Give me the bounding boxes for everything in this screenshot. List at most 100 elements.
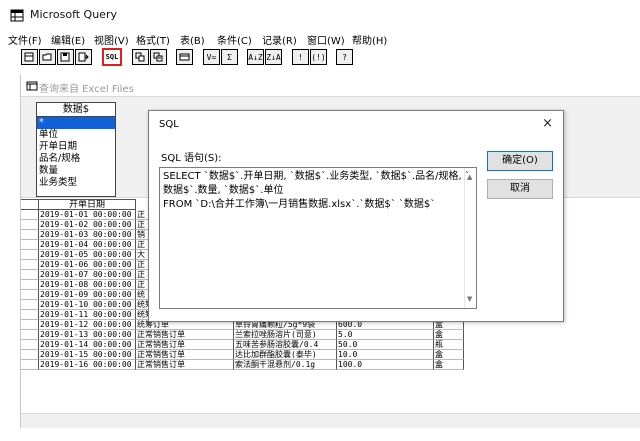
cell-unit[interactable]: 盒 [434, 360, 464, 370]
table-row[interactable]: 2019-01-14 00:00:00 正常销售订单 五味苦参肠溶胶囊/0.4 50.… [21, 340, 464, 350]
add-tables-button[interactable] [176, 49, 193, 65]
cell-date[interactable]: 2019-01-04 00:00:00 [39, 240, 136, 250]
add-tables-icon [179, 53, 190, 61]
cell-date[interactable]: 2019-01-14 00:00:00 [39, 340, 136, 350]
cycle-totals-button[interactable]: Σ [221, 49, 238, 65]
query-window-title: 查询来自 Excel Files [39, 84, 134, 95]
criteria-equals-button[interactable]: V= [203, 49, 220, 65]
close-icon[interactable]: × [542, 116, 553, 131]
menu-table[interactable]: 表(B) [180, 32, 205, 47]
cell-type[interactable]: 正常销售订单 [136, 330, 234, 340]
cell-date[interactable]: 2019-01-16 00:00:00 [39, 360, 136, 370]
cell-unit[interactable]: 瓶 [434, 340, 464, 350]
row-selector[interactable] [21, 340, 39, 350]
table-row[interactable]: 2019-01-13 00:00:00 正常销售订单 兰索拉唑肠溶片(司意) 5.0 盒 [21, 330, 464, 340]
cell-date[interactable]: 2019-01-03 00:00:00 [39, 230, 136, 240]
field-item[interactable]: 开单日期 [37, 141, 115, 153]
horizontal-scrollbar[interactable] [21, 413, 640, 428]
cell-date[interactable]: 2019-01-08 00:00:00 [39, 280, 136, 290]
ok-button[interactable]: 确定(O) [487, 151, 553, 171]
cell-date[interactable]: 2019-01-09 00:00:00 [39, 290, 136, 300]
row-selector[interactable] [21, 280, 39, 290]
new-query-button[interactable] [21, 49, 38, 65]
table-row[interactable]: 2019-01-16 00:00:00 正常销售订单 索法酮干混悬剂/0.1g 100… [21, 360, 464, 370]
sort-ascending-button[interactable]: A↓Z [247, 49, 264, 65]
cell-type[interactable]: 正常销售订单 [136, 350, 234, 360]
show-tables-button[interactable] [132, 49, 149, 65]
query-now-button[interactable]: ! [292, 49, 309, 65]
cell-date[interactable]: 2019-01-07 00:00:00 [39, 270, 136, 280]
cell-date[interactable]: 2019-01-15 00:00:00 [39, 350, 136, 360]
scroll-up-icon[interactable]: ▲ [467, 170, 472, 184]
scroll-down-icon[interactable]: ▼ [467, 292, 472, 306]
row-selector[interactable] [21, 220, 39, 230]
help-button[interactable]: ? [336, 49, 353, 65]
sql-line: SELECT `数据$`.开单日期, `数据$`.业务类型, `数据$`.品名/… [163, 171, 470, 182]
row-selector[interactable] [21, 250, 39, 260]
menu-file[interactable]: 文件(F) [8, 32, 42, 47]
cell-date[interactable]: 2019-01-12 00:00:00 [39, 320, 136, 330]
sql-button[interactable]: SQL [102, 48, 122, 66]
cell-qty[interactable]: 5.0 [337, 330, 434, 340]
menu-edit[interactable]: 编辑(E) [51, 32, 85, 47]
cell-date[interactable]: 2019-01-05 00:00:00 [39, 250, 136, 260]
show-criteria-button[interactable] [150, 49, 167, 65]
field-item[interactable]: 品名/规格 [37, 153, 115, 165]
save-query-button[interactable] [57, 49, 74, 65]
menu-records[interactable]: 记录(R) [262, 32, 297, 47]
sort-descending-button[interactable]: Z↓A [265, 49, 282, 65]
cell-date[interactable]: 2019-01-11 00:00:00 [39, 310, 136, 320]
table-name: 数据$ [37, 103, 115, 117]
row-selector[interactable] [21, 350, 39, 360]
row-selector[interactable] [21, 290, 39, 300]
row-selector[interactable] [21, 310, 39, 320]
column-header-date[interactable]: 开单日期 [39, 199, 136, 210]
cell-item[interactable]: 达比加群酯胶囊(泰毕) [234, 350, 337, 360]
cell-date[interactable]: 2019-01-02 00:00:00 [39, 220, 136, 230]
cell-item[interactable]: 兰索拉唑肠溶片(司意) [234, 330, 337, 340]
row-selector[interactable] [21, 230, 39, 240]
row-selector[interactable] [21, 300, 39, 310]
return-data-button[interactable] [75, 49, 92, 65]
row-selector[interactable] [21, 320, 39, 330]
sql-textarea[interactable]: SELECT `数据$`.开单日期, `数据$`.业务类型, `数据$`.品名/… [159, 167, 477, 309]
cell-date[interactable]: 2019-01-01 00:00:00 [39, 210, 136, 220]
cancel-button[interactable]: 取消 [487, 179, 553, 199]
row-selector[interactable] [21, 260, 39, 270]
table-row[interactable]: 2019-01-15 00:00:00 正常销售订单 达比加群酯胶囊(泰毕) 10.0… [21, 350, 464, 360]
cell-qty[interactable]: 50.0 [337, 340, 434, 350]
grid-corner[interactable] [21, 199, 39, 210]
cell-unit[interactable]: 盒 [434, 330, 464, 340]
row-selector[interactable] [21, 270, 39, 280]
row-selector[interactable] [21, 240, 39, 250]
cell-date[interactable]: 2019-01-06 00:00:00 [39, 260, 136, 270]
title-bar: Microsoft Query [0, 0, 640, 30]
field-item[interactable]: * [37, 117, 115, 129]
menu-format[interactable]: 格式(T) [136, 32, 170, 47]
table-field-list[interactable]: 数据$ * 单位 开单日期 品名/规格 数量 业务类型 [36, 102, 116, 197]
auto-query-button[interactable]: (!) [310, 49, 327, 65]
cell-item[interactable]: 索法酮干混悬剂/0.1g [234, 360, 337, 370]
menu-window[interactable]: 窗口(W) [307, 32, 345, 47]
cell-type[interactable]: 正常销售订单 [136, 340, 234, 350]
sql-dialog: SQL × SQL 语句(S): SELECT `数据$`.开单日期, `数据$… [148, 110, 564, 322]
cell-item[interactable]: 五味苦参肠溶胶囊/0.4 [234, 340, 337, 350]
row-selector[interactable] [21, 360, 39, 370]
menu-help[interactable]: 帮助(H) [352, 32, 387, 47]
toolbar: SQL V= Σ A↓Z Z↓A ! (!) ? [0, 47, 640, 69]
field-item[interactable]: 业务类型 [37, 177, 115, 189]
row-selector[interactable] [21, 330, 39, 340]
field-item[interactable]: 单位 [37, 129, 115, 141]
cell-type[interactable]: 正常销售订单 [136, 360, 234, 370]
cell-date[interactable]: 2019-01-13 00:00:00 [39, 330, 136, 340]
cell-unit[interactable]: 盒 [434, 350, 464, 360]
cell-qty[interactable]: 10.0 [337, 350, 434, 360]
menu-view[interactable]: 视图(V) [94, 32, 129, 47]
open-query-button[interactable] [39, 49, 56, 65]
field-item[interactable]: 数量 [37, 165, 115, 177]
row-selector[interactable] [21, 210, 39, 220]
sql-scrollbar[interactable]: ▲ ▼ [464, 168, 476, 308]
cell-qty[interactable]: 100.0 [337, 360, 434, 370]
menu-criteria[interactable]: 条件(C) [217, 32, 252, 47]
cell-date[interactable]: 2019-01-10 00:00:00 [39, 300, 136, 310]
